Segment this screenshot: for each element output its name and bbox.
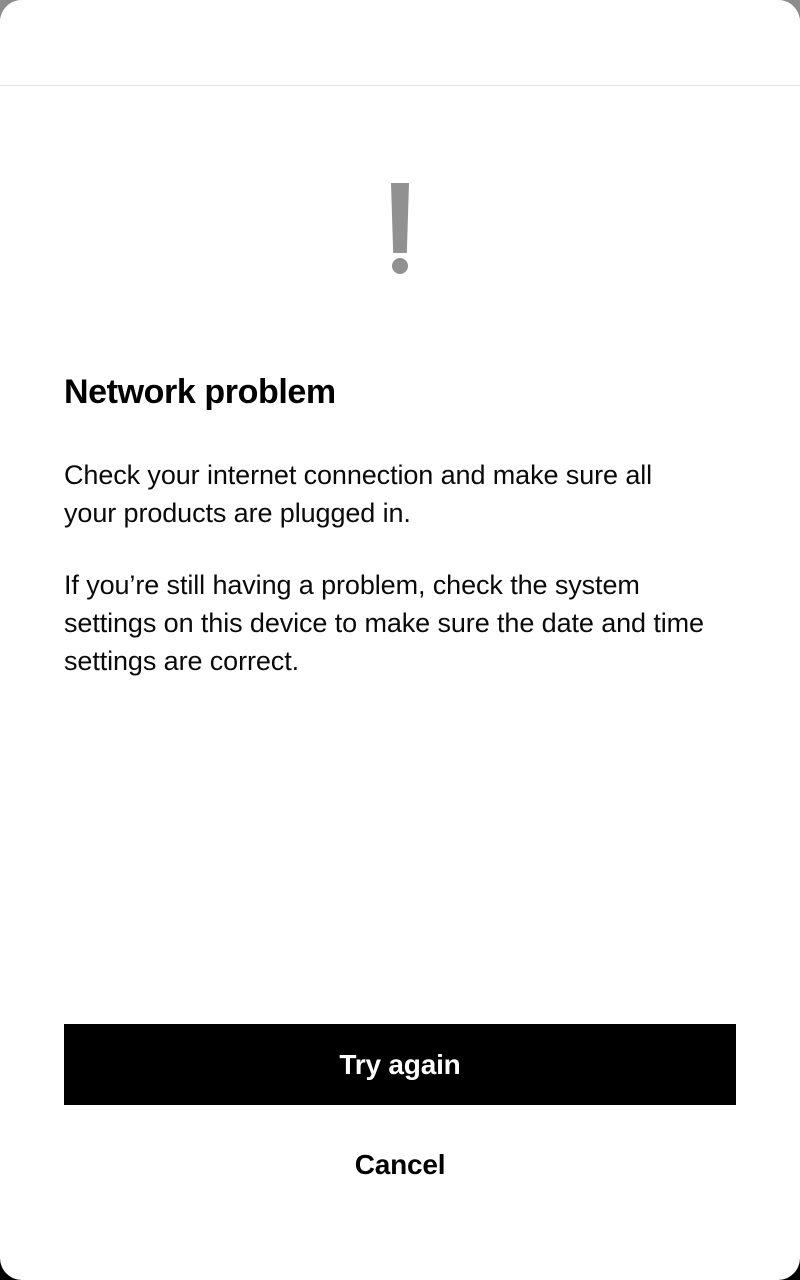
- error-message-block: Network problem Check your internet conn…: [64, 370, 736, 680]
- error-description-secondary: If you’re still having a problem, check …: [64, 570, 704, 676]
- exclamation-mark-icon: [0, 178, 800, 278]
- action-bar: Try again Cancel: [0, 1024, 800, 1192]
- exclamation-mark-stem: [391, 183, 409, 253]
- exclamation-mark-dot: [392, 258, 408, 274]
- app-screen: Network problem Check your internet conn…: [0, 0, 800, 1280]
- error-card: Network problem Check your internet conn…: [0, 0, 800, 1280]
- page-title: Network problem: [64, 373, 336, 411]
- cancel-button[interactable]: Cancel: [64, 1138, 736, 1192]
- try-again-button[interactable]: Try again: [64, 1024, 736, 1105]
- top-app-bar: [0, 0, 800, 86]
- error-description-primary: Check your internet connection and make …: [64, 460, 653, 528]
